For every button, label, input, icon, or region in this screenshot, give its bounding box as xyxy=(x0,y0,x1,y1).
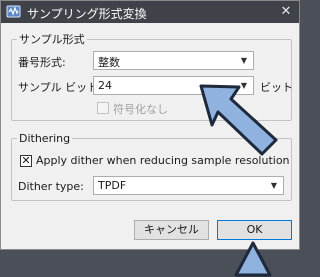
dither-type-select[interactable]: TPDF ▼ xyxy=(93,176,284,195)
cancel-button[interactable]: キャンセル xyxy=(134,220,209,240)
number-format-label: 番号形式: xyxy=(18,56,66,69)
sampling-format-dialog: サンプリング形式変換 ✕ サンプル形式 番号形式: 整数 ▼ サンプル ビット数… xyxy=(0,0,300,250)
chevron-down-icon: ▼ xyxy=(240,56,248,65)
number-format-value: 整数 xyxy=(98,56,120,69)
unsigned-label: 符号化なし xyxy=(113,103,168,116)
bit-depth-value: 24 xyxy=(98,79,112,92)
chevron-down-icon: ▼ xyxy=(240,81,248,90)
close-icon[interactable]: ✕ xyxy=(273,1,299,23)
window-title: サンプリング形式変換 xyxy=(27,7,147,21)
apply-dither-checkbox[interactable]: ✕ xyxy=(20,155,32,167)
unsigned-checkbox[interactable] xyxy=(97,102,109,114)
dither-type-value: TPDF xyxy=(98,179,127,192)
bit-depth-select[interactable]: 24 ▼ xyxy=(93,76,254,95)
chevron-down-icon: ▼ xyxy=(270,181,278,190)
bit-unit-label: ビット xyxy=(260,81,293,94)
sample-format-legend: サンプル形式 xyxy=(19,33,85,46)
apply-dither-label: Apply dither when reducing sample resolu… xyxy=(36,154,290,167)
number-format-select[interactable]: 整数 ▼ xyxy=(93,51,254,70)
dithering-legend: Dithering xyxy=(19,132,71,145)
dither-type-label: Dither type: xyxy=(18,180,84,193)
title-bar: サンプリング形式変換 ✕ xyxy=(1,1,299,23)
ok-button[interactable]: OK xyxy=(217,220,292,240)
app-icon xyxy=(6,5,21,18)
